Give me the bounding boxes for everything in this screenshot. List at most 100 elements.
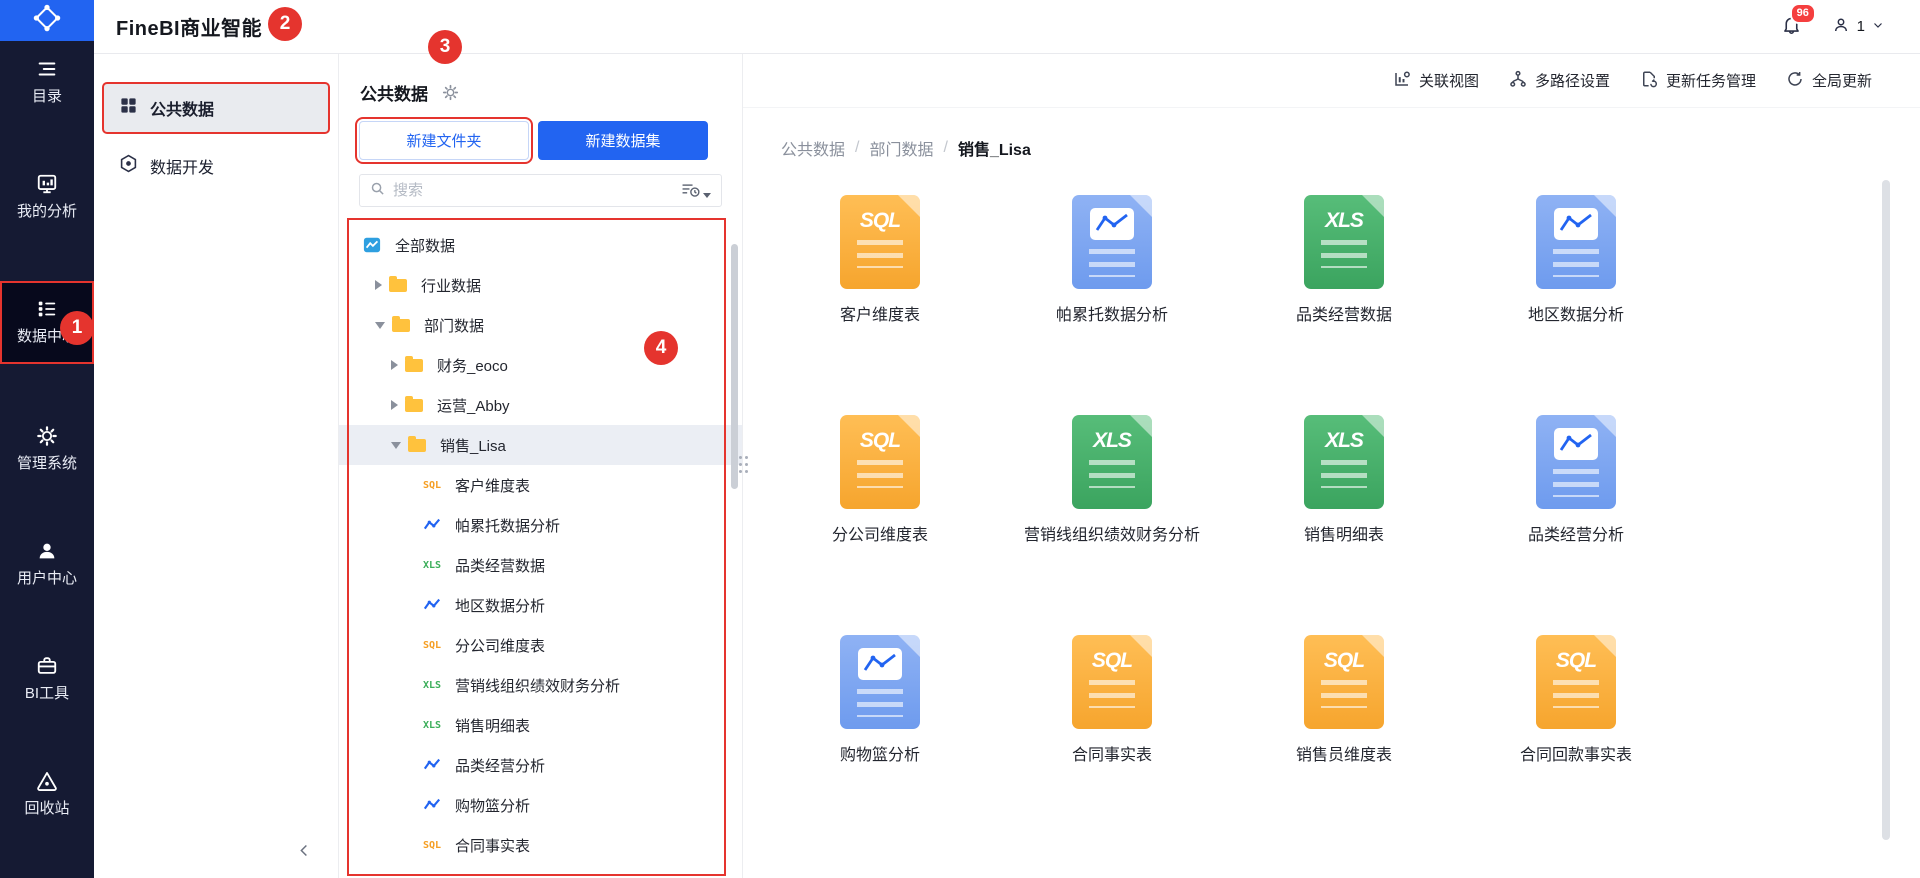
sidebar-item-catalog[interactable]: 目录 xyxy=(0,51,94,112)
dataset-card-label: 合同回款事实表 xyxy=(1519,747,1632,764)
finebi-logo[interactable] xyxy=(0,0,94,41)
nav-item-data-development[interactable]: 数据开发 xyxy=(104,142,328,190)
line-chart-icon xyxy=(423,516,449,534)
multi-path-settings-button[interactable]: 多路径设置 xyxy=(1509,70,1610,92)
dataset-card-label: 地区数据分析 xyxy=(1527,307,1624,324)
update-task-management-button[interactable]: 更新任务管理 xyxy=(1640,70,1756,92)
global-update-button[interactable]: 全局更新 xyxy=(1786,70,1872,92)
dataset-card[interactable]: 品类经营分析 xyxy=(1460,415,1692,635)
tree-item[interactable]: 地区数据分析 xyxy=(339,585,742,625)
tree-item-label: 销售明细表 xyxy=(455,717,531,735)
dataset-card[interactable]: XLS 销售明细表 xyxy=(1228,415,1460,635)
relation-view-button[interactable]: 关联视图 xyxy=(1393,70,1479,92)
sidebar-item-bi-tools[interactable]: BI工具 xyxy=(0,648,94,709)
user-menu[interactable]: 1 xyxy=(1832,16,1884,38)
collapse-panel-icon[interactable] xyxy=(297,843,312,858)
dataset-card[interactable]: SQL 分公司维度表 xyxy=(764,415,996,635)
filter-history-icon[interactable] xyxy=(681,182,711,199)
tree-item[interactable]: SQL 客户维度表 xyxy=(339,465,742,505)
sql-file-icon: SQL xyxy=(1072,635,1152,729)
tree-item[interactable]: 全部数据 xyxy=(339,225,742,265)
sidebar-item-user-center[interactable]: 用户中心 xyxy=(0,533,94,594)
chevron-down-icon[interactable] xyxy=(375,321,385,329)
chart-panel-icon xyxy=(1554,428,1598,460)
toolbar-label: 关联视图 xyxy=(1418,73,1479,90)
caret-down-icon xyxy=(703,193,711,198)
breadcrumb-item[interactable]: 部门数据 xyxy=(869,136,933,160)
tree-item-label: 帕累托数据分析 xyxy=(455,517,561,535)
tree-item-label: 营销线组织绩效财务分析 xyxy=(455,677,621,695)
dataset-card-label: 销售员维度表 xyxy=(1295,747,1392,764)
tree-item[interactable]: 部门数据 xyxy=(339,305,742,345)
dataset-card[interactable]: XLS 品类经营数据 xyxy=(1228,195,1460,415)
dataset-card[interactable]: SQL 合同回款事实表 xyxy=(1460,635,1692,855)
relation-view-icon xyxy=(1393,70,1411,92)
dataset-card[interactable]: XLS 营销线组织绩效财务分析 xyxy=(996,415,1228,635)
sql-file-icon: SQL xyxy=(1304,635,1384,729)
new-folder-button[interactable]: 新建文件夹 xyxy=(355,117,533,164)
tree-item[interactable]: SQL 分公司维度表 xyxy=(339,625,742,665)
file-type-text: SQL xyxy=(1555,649,1597,672)
dataset-grid: SQL 客户维度表 帕累托数据分析 XLS 品类经营数据 地区数据分析 SQL … xyxy=(764,195,1920,855)
tree-item[interactable]: XLS 品类经营数据 xyxy=(339,545,742,585)
doc-lines-decoration xyxy=(1321,460,1367,488)
dataset-card[interactable]: 地区数据分析 xyxy=(1460,195,1692,415)
search-input[interactable] xyxy=(393,182,673,199)
tree-item[interactable]: XLS 销售明细表 xyxy=(339,705,742,745)
sidebar-item-admin-system[interactable]: 管理系统 xyxy=(0,418,94,479)
task-document-icon xyxy=(1640,70,1658,92)
chevron-down-icon[interactable] xyxy=(391,441,401,449)
tree-item-label: 合同事实表 xyxy=(455,837,531,855)
multi-path-icon xyxy=(1509,70,1527,92)
all-data-icon xyxy=(363,236,389,254)
new-dataset-button[interactable]: 新建数据集 xyxy=(538,121,708,160)
xls-icon: XLS xyxy=(423,559,442,571)
tree-item[interactable]: 财务_eoco xyxy=(339,345,742,385)
sidebar-item-recycle-bin[interactable]: 回收站 xyxy=(0,763,94,824)
doc-lines-decoration xyxy=(1321,680,1367,708)
tree-item[interactable]: 运营_Abby xyxy=(339,385,742,425)
tree-item-label: 销售_Lisa xyxy=(440,437,506,455)
tree-item-label: 客户维度表 xyxy=(455,477,531,495)
folder-icon xyxy=(405,355,431,372)
tree-item-label: 部门数据 xyxy=(424,317,485,335)
dataset-card-label: 品类经营分析 xyxy=(1527,527,1624,544)
chevron-right-icon[interactable] xyxy=(391,360,398,370)
panel-resize-handle[interactable] xyxy=(737,450,750,478)
tree-item[interactable]: 销售_Lisa xyxy=(339,425,742,465)
tree-item[interactable]: XLS 营销线组织绩效财务分析 xyxy=(339,665,742,705)
chevron-right-icon[interactable] xyxy=(375,280,382,290)
panel-settings-gear-icon[interactable] xyxy=(442,84,459,101)
tree-item[interactable]: 品类经营分析 xyxy=(339,745,742,785)
dataset-card[interactable]: SQL 客户维度表 xyxy=(764,195,996,415)
dataset-card[interactable]: SQL 销售员维度表 xyxy=(1228,635,1460,855)
tree-item[interactable]: 帕累托数据分析 xyxy=(339,505,742,545)
content-scrollbar[interactable] xyxy=(1882,180,1890,840)
tree-item[interactable]: 购物篮分析 xyxy=(339,785,742,825)
doc-lines-decoration xyxy=(1553,469,1599,497)
chart-file-icon xyxy=(840,635,920,729)
dataset-card[interactable]: 购物篮分析 xyxy=(764,635,996,855)
chevron-right-icon[interactable] xyxy=(391,400,398,410)
tree-item-label: 购物篮分析 xyxy=(455,797,531,815)
sidebar-menu: 目录 我的分析 数据中心 管理系统 用户中心 BI工具 回收站 xyxy=(0,41,94,878)
notifications-button[interactable]: 96 xyxy=(1781,2,1816,40)
doc-lines-decoration xyxy=(857,240,903,268)
dataset-card[interactable]: SQL 合同事实表 xyxy=(996,635,1228,855)
sidebar-item-my-analysis[interactable]: 我的分析 xyxy=(0,166,94,227)
sql-icon: SQL xyxy=(423,839,442,851)
sidebar-item-label: 管理系统 xyxy=(16,455,77,472)
breadcrumb-item[interactable]: 公共数据 xyxy=(781,136,845,160)
search-box[interactable] xyxy=(359,174,722,207)
dataset-card[interactable]: 帕累托数据分析 xyxy=(996,195,1228,415)
tree-item[interactable]: SQL 合同事实表 xyxy=(339,825,742,865)
tree-item[interactable]: 行业数据 xyxy=(339,265,742,305)
refresh-icon xyxy=(1786,70,1804,92)
app-title: FineBI商业智能 xyxy=(116,18,263,40)
nav-item-public-data[interactable]: 公共数据 xyxy=(102,82,330,134)
user-count: 1 xyxy=(1856,18,1865,35)
doc-lines-decoration xyxy=(1089,680,1135,708)
dataset-tree: 全部数据 行业数据 部门数据 财务_eoco 运营_Abby 销售_Lisa S… xyxy=(339,225,742,865)
file-type-text: SQL xyxy=(859,429,901,452)
tree-item-label: 行业数据 xyxy=(421,277,482,295)
